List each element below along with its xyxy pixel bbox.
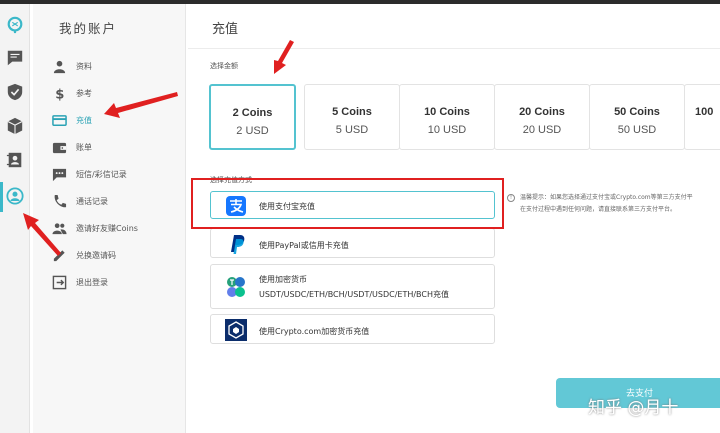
coin-option-20[interactable]: 20 Coins 20 USD — [494, 84, 590, 150]
amount-section-label: 选择金额 — [210, 62, 238, 70]
sidebar-item-logout[interactable]: 退出登录 — [33, 272, 186, 294]
coin-option-10[interactable]: 10 Coins 10 USD — [399, 84, 495, 150]
sidebar-item-call-records[interactable]: 通话记录 — [33, 191, 186, 213]
sidebar-item-label: 退出登录 — [76, 278, 108, 287]
payment-method-label: 使用PayPal或信用卡充值 — [259, 241, 349, 250]
crypto-icon — [225, 276, 247, 298]
coin-option-2[interactable]: 2 Coins 2 USD — [209, 84, 296, 150]
coin-option-100[interactable]: 100 — [684, 84, 720, 150]
icon-rail — [0, 4, 30, 433]
coin-price: 20 USD — [522, 124, 562, 136]
payment-method-sublabel: USDT/USDC/ETH/BCH/USDT/USDC/ETH/BCH充值 — [259, 290, 449, 299]
contacts-icon[interactable] — [5, 150, 25, 170]
wallet-icon — [52, 140, 67, 155]
coin-amount: 50 Coins — [614, 106, 660, 118]
logout-icon — [52, 275, 67, 290]
chat-icon — [52, 167, 67, 182]
sidebar-item-label: 短信/彩信记录 — [76, 170, 127, 179]
coin-amount: 5 Coins — [332, 106, 372, 118]
sidebar-item-reference[interactable]: $ 参考 — [33, 83, 186, 105]
coin-price: 50 USD — [617, 124, 657, 136]
coin-price: 10 USD — [427, 124, 467, 136]
divider — [188, 48, 720, 49]
messages-icon[interactable] — [5, 48, 25, 68]
cryptocom-icon — [225, 319, 247, 341]
account-icon[interactable] — [5, 186, 25, 206]
people-icon — [52, 221, 67, 236]
shield-check-icon[interactable] — [5, 82, 25, 102]
page-title: 充值 — [212, 22, 239, 37]
sidebar-item-label: 通话记录 — [76, 197, 108, 206]
coin-option-5[interactable]: 5 Coins 5 USD — [304, 84, 400, 150]
sidebar-item-label: 账单 — [76, 143, 92, 152]
coin-amount: 100 — [695, 106, 714, 118]
cryptocom-option[interactable]: 使用Crypto.com加密货币充值 — [210, 314, 495, 344]
sidebar-item-label: 兑换邀请码 — [76, 251, 116, 260]
coin-option-50[interactable]: 50 Coins 50 USD — [589, 84, 685, 150]
sidebar-title: 我的账户 — [59, 21, 118, 36]
sidebar-item-bill[interactable]: 账单 — [33, 137, 186, 159]
sidebar-item-label: 资料 — [76, 62, 92, 71]
card-icon — [52, 113, 67, 128]
edit-icon — [52, 248, 67, 263]
phone-icon — [52, 194, 67, 209]
info-icon: ! — [507, 193, 515, 202]
coin-amount: 10 Coins — [424, 106, 470, 118]
annotation-highlight-box — [191, 178, 504, 229]
sidebar-item-sms-records[interactable]: 短信/彩信记录 — [33, 164, 186, 186]
app-logo-icon[interactable] — [5, 15, 25, 35]
person-icon — [52, 59, 67, 74]
rail-active-indicator — [0, 182, 3, 212]
sidebar-item-profile[interactable]: 资料 — [33, 56, 186, 78]
sidebar-item-label: 邀请好友赚Coins — [76, 224, 138, 233]
coin-price: 5 USD — [335, 124, 369, 136]
coin-price: 2 USD — [236, 125, 269, 137]
svg-text:$: $ — [55, 88, 64, 101]
tip-line-2: 在支付过程中遇到任何问题，请直接联系第三方支付平台。 — [520, 206, 677, 213]
payment-method-label: 使用Crypto.com加密货币充值 — [259, 327, 370, 336]
sidebar-item-redeem[interactable]: 兑换邀请码 — [33, 245, 186, 267]
payment-method-label: 使用加密货币 — [259, 275, 307, 284]
watermark: 知乎 @月十 — [588, 398, 679, 418]
sidebar-item-label: 充值 — [76, 116, 92, 125]
paypal-option[interactable]: 使用PayPal或信用卡充值 — [210, 228, 495, 258]
tip-line-1: 温馨提示：如果您选择通过支付宝或Crypto.com等第三方支付平 — [520, 194, 693, 201]
paypal-icon — [225, 233, 247, 255]
dollar-icon: $ — [52, 86, 67, 103]
sidebar-item-recharge[interactable]: 充值 — [33, 110, 186, 132]
sidebar-item-invite[interactable]: 邀请好友赚Coins — [33, 218, 186, 240]
account-sidebar: 我的账户 资料 $ 参考 充值 账单 短信/彩信记录 通话记录 邀请好友赚Coi… — [33, 4, 186, 433]
box-icon[interactable] — [5, 116, 25, 136]
coin-amount: 20 Coins — [519, 106, 565, 118]
payment-tip: ! 温馨提示：如果您选择通过支付宝或Crypto.com等第三方支付平 在支付过程… — [507, 192, 720, 216]
coin-amount: 2 Coins — [232, 107, 273, 119]
crypto-option[interactable]: 使用加密货币 USDT/USDC/ETH/BCH/USDT/USDC/ETH/B… — [210, 264, 495, 309]
sidebar-item-label: 参考 — [76, 89, 92, 98]
